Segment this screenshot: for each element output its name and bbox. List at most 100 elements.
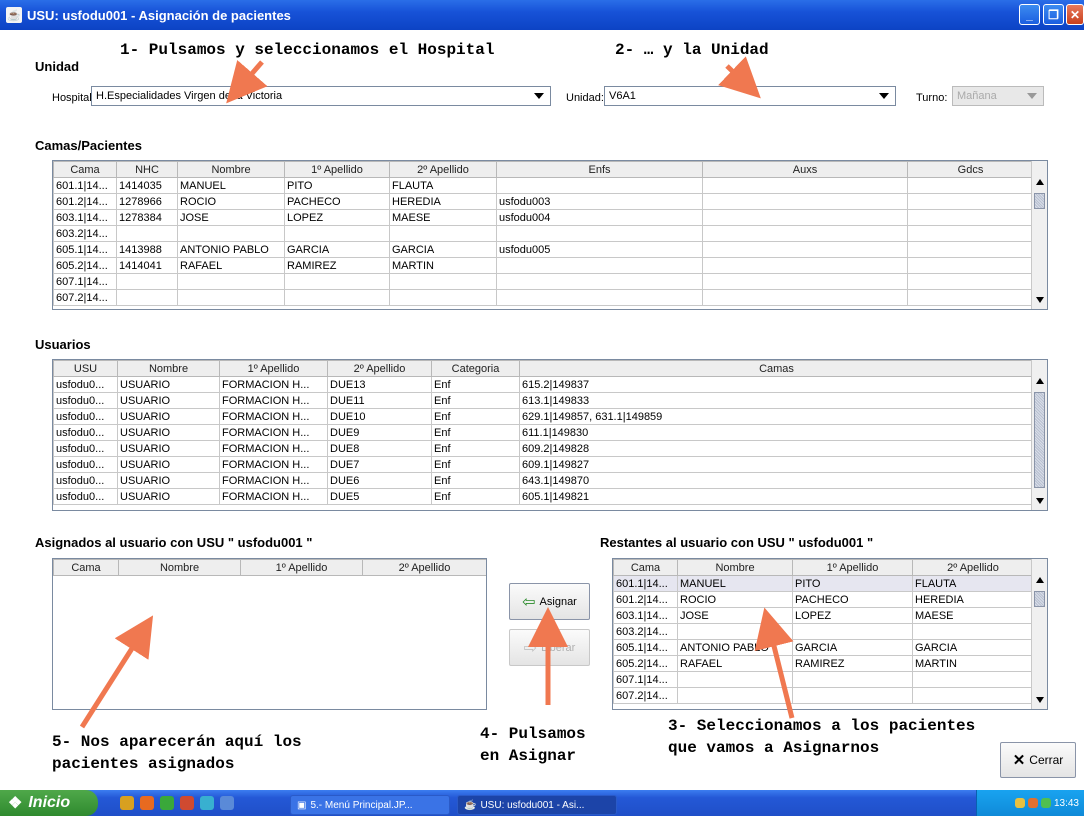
- table-cell: PACHECO: [284, 193, 390, 210]
- table-row[interactable]: 607.1|14...: [613, 671, 1034, 688]
- column-header[interactable]: Enfs: [496, 161, 703, 178]
- table-row[interactable]: usfodu0... USUARIO FORMACION H... DUE11 Enf 6…: [53, 392, 1034, 409]
- restantes-table[interactable]: Cama Nombre 1º Apellido 2º Apellido 601.1|1…: [612, 558, 1048, 710]
- table-row[interactable]: 605.2|14... 1414041 RAFAEL RAMIREZ MARTIN: [53, 257, 1034, 274]
- scroll-down-icon[interactable]: [1036, 697, 1044, 703]
- table-row[interactable]: 605.1|14... 1413988 ANTONIO PABLO GARCIA GAR…: [53, 241, 1034, 258]
- scroll-thumb[interactable]: [1034, 193, 1045, 209]
- column-header[interactable]: 1º Apellido: [240, 559, 363, 576]
- tray-icon[interactable]: [1040, 798, 1051, 808]
- column-header[interactable]: Cama: [53, 161, 117, 178]
- clock: 13:43: [1053, 797, 1079, 809]
- windows-logo-icon: ❖: [8, 795, 23, 812]
- table-row[interactable]: 607.2|14...: [53, 289, 1034, 306]
- table-row[interactable]: usfodu0... USUARIO FORMACION H... DUE8 Enf 60…: [53, 440, 1034, 457]
- table-row[interactable]: usfodu0... USUARIO FORMACION H... DUE9 Enf 61…: [53, 424, 1034, 441]
- volume-icon[interactable]: [1027, 798, 1038, 808]
- table-cell: ANTONIO PABLO: [677, 639, 793, 656]
- table-cell: 605.2|14...: [613, 655, 678, 672]
- table-row[interactable]: usfodu0... USUARIO FORMACION H... DUE13 Enf 6…: [53, 376, 1034, 393]
- table-row[interactable]: usfodu0... USUARIO FORMACION H... DUE5 Enf 60…: [53, 488, 1034, 505]
- table-row[interactable]: 603.1|14... JOSE LOPEZ MAESE: [613, 607, 1034, 624]
- column-header[interactable]: Nombre: [677, 559, 793, 576]
- app-icon[interactable]: [180, 796, 194, 810]
- usuarios-table[interactable]: USU Nombre 1º Apellido 2º Apellido Categoria…: [52, 359, 1048, 511]
- table-cell: [177, 225, 285, 242]
- scroll-thumb[interactable]: [1034, 392, 1045, 488]
- task-usu-window[interactable]: ☕ USU: usfodu001 - Asi...: [457, 795, 617, 815]
- hospital-combo[interactable]: H.Especialidades Virgen de la Victoria: [91, 86, 551, 106]
- table-cell: [907, 225, 1034, 242]
- column-header[interactable]: Gdcs: [907, 161, 1034, 178]
- scroll-up-icon[interactable]: [1036, 577, 1044, 583]
- scroll-down-icon[interactable]: [1036, 297, 1044, 303]
- task-label: 5.- Menú Principal.JP...: [310, 799, 413, 811]
- column-header[interactable]: Nombre: [177, 161, 285, 178]
- table-row[interactable]: usfodu0... USUARIO FORMACION H... DUE6 Enf 64…: [53, 472, 1034, 489]
- table-row[interactable]: usfodu0... USUARIO FORMACION H... DUE10 Enf 6…: [53, 408, 1034, 425]
- column-header[interactable]: Cama: [613, 559, 678, 576]
- column-header[interactable]: Nombre: [117, 360, 220, 377]
- table-cell: [907, 289, 1034, 306]
- scroll-down-icon[interactable]: [1036, 498, 1044, 504]
- column-header[interactable]: 1º Apellido: [792, 559, 913, 576]
- minimize-button[interactable]: _: [1019, 4, 1040, 25]
- table-row[interactable]: 603.2|14...: [53, 225, 1034, 242]
- table-row[interactable]: 605.2|14... RAFAEL RAMIREZ MARTIN: [613, 655, 1034, 672]
- column-header[interactable]: Nombre: [118, 559, 241, 576]
- table-row[interactable]: 601.2|14... 1278966 ROCIO PACHECO HEREDIA usf…: [53, 193, 1034, 210]
- column-header[interactable]: 1º Apellido: [284, 161, 390, 178]
- asignados-table[interactable]: Cama Nombre 1º Apellido 2º Apellido: [52, 558, 487, 710]
- liberar-button[interactable]: ⇨ Liberar: [509, 629, 590, 666]
- cerrar-button[interactable]: ✕ Cerrar: [1000, 742, 1076, 778]
- turno-combo[interactable]: Mañana: [952, 86, 1044, 106]
- column-header[interactable]: Cama: [53, 559, 119, 576]
- column-header[interactable]: 2º Apellido: [912, 559, 1034, 576]
- table-row[interactable]: 605.1|14... ANTONIO PABLO GARCIA GARCIA: [613, 639, 1034, 656]
- column-header[interactable]: NHC: [116, 161, 178, 178]
- unidad-combo[interactable]: V6A1: [604, 86, 896, 106]
- table-cell: 1278384: [116, 209, 178, 226]
- table-cell: 609.1|149827: [519, 456, 1034, 473]
- scroll-up-icon[interactable]: [1036, 179, 1044, 185]
- camas-table[interactable]: Cama NHC Nombre 1º Apellido 2º Apellido Enfs A…: [52, 160, 1048, 310]
- close-window-button[interactable]: ✕: [1066, 4, 1084, 25]
- task-menu-principal[interactable]: ▣ 5.- Menú Principal.JP...: [290, 795, 450, 815]
- table-row[interactable]: 601.1|14... 1414035 MANUEL PITO FLAUTA: [53, 177, 1034, 194]
- start-button[interactable]: ❖ Inicio: [0, 790, 98, 816]
- app-icon[interactable]: [160, 796, 174, 810]
- column-header[interactable]: 2º Apellido: [389, 161, 497, 178]
- table-row[interactable]: 603.2|14...: [613, 623, 1034, 640]
- scroll-thumb[interactable]: [1034, 591, 1045, 607]
- table-row[interactable]: 603.1|14... 1278384 JOSE LOPEZ MAESE usfodu00…: [53, 209, 1034, 226]
- restantes-scrollbar[interactable]: [1031, 559, 1047, 709]
- chevron-down-icon: [534, 93, 544, 99]
- firefox-icon[interactable]: [140, 796, 154, 810]
- table-row[interactable]: 601.2|14... ROCIO PACHECO HEREDIA: [613, 591, 1034, 608]
- ie-icon[interactable]: [120, 796, 134, 810]
- table-row[interactable]: 601.1|14... MANUEL PITO FLAUTA: [613, 575, 1034, 592]
- column-header[interactable]: Auxs: [702, 161, 908, 178]
- title-bar[interactable]: ☕ USU: usfodu001 - Asignación de pacient…: [0, 0, 1084, 30]
- table-row[interactable]: 607.1|14...: [53, 273, 1034, 290]
- column-header[interactable]: Categoria: [431, 360, 520, 377]
- scroll-up-icon[interactable]: [1036, 378, 1044, 384]
- annotation-step1: 1- Pulsamos y seleccionamos el Hospital: [120, 41, 495, 59]
- table-cell: Enf: [431, 392, 520, 409]
- column-header[interactable]: Camas: [519, 360, 1034, 377]
- tray-icon[interactable]: [1014, 798, 1025, 808]
- column-header[interactable]: 2º Apellido: [362, 559, 486, 576]
- table-row[interactable]: 607.2|14...: [613, 687, 1034, 704]
- annotation-step3: 3- Seleccionamos a los pacientes que vam…: [668, 717, 976, 757]
- camas-scrollbar[interactable]: [1031, 161, 1047, 309]
- column-header[interactable]: 1º Apellido: [219, 360, 328, 377]
- table-row[interactable]: usfodu0... USUARIO FORMACION H... DUE7 Enf 60…: [53, 456, 1034, 473]
- table-cell: USUARIO: [117, 472, 220, 489]
- app-icon[interactable]: [220, 796, 234, 810]
- asignar-button[interactable]: ⇦ Asignar: [509, 583, 590, 620]
- column-header[interactable]: 2º Apellido: [327, 360, 432, 377]
- maximize-button[interactable]: ❐: [1043, 4, 1064, 25]
- usuarios-scrollbar[interactable]: [1031, 360, 1047, 510]
- column-header[interactable]: USU: [53, 360, 118, 377]
- app-icon[interactable]: [200, 796, 214, 810]
